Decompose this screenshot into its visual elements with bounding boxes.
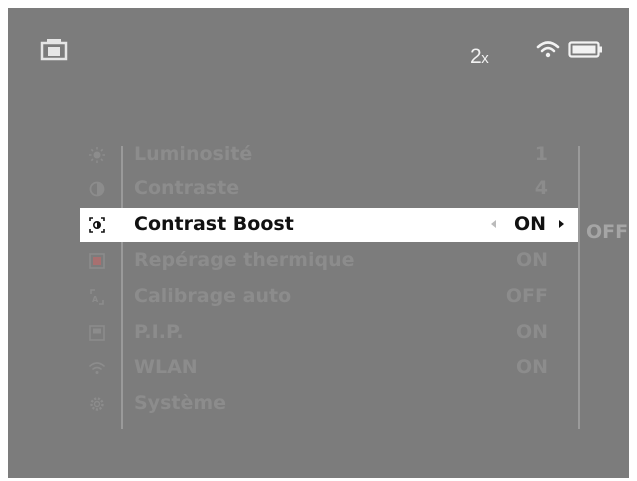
menu-item-label: Contraste xyxy=(134,177,240,199)
battery-icon xyxy=(568,41,602,58)
menu-item-value: 4 xyxy=(534,177,548,199)
contrast-boost-icon xyxy=(89,217,105,233)
menu-item-contrast-boost[interactable]: Contrast Boost ON xyxy=(80,208,578,242)
camera-icon xyxy=(40,39,68,61)
hot-tracking-icon xyxy=(89,253,105,269)
menu-item-auto-calibration[interactable]: A Calibrage auto OFF xyxy=(80,280,578,314)
wlan-icon xyxy=(89,362,105,374)
menu-item-contrast[interactable]: Contraste 4 xyxy=(80,172,578,206)
system-gear-icon xyxy=(90,397,104,411)
brightness-icon xyxy=(89,147,105,163)
menu-item-label: Repérage thermique xyxy=(134,249,355,271)
previous-option-arrow[interactable] xyxy=(491,220,496,228)
device-screen: 2x Luminosité 1 Contraste 4 Contrast Boo… xyxy=(8,8,629,478)
next-option-arrow[interactable] xyxy=(559,220,564,228)
pip-icon xyxy=(89,325,105,341)
menu-right-divider xyxy=(578,146,580,429)
menu-item-value: ON xyxy=(515,321,548,343)
menu-item-label: Système xyxy=(134,392,227,414)
menu-item-value: 1 xyxy=(534,143,548,165)
menu-item-brightness[interactable]: Luminosité 1 xyxy=(80,138,578,172)
zoom-suffix: x xyxy=(481,50,489,67)
submenu-option-off[interactable]: OFF xyxy=(586,221,628,243)
contrast-icon xyxy=(89,181,105,197)
menu-item-label: WLAN xyxy=(134,356,198,378)
menu-item-label: Luminosité xyxy=(134,143,253,165)
menu-item-pip[interactable]: P.I.P. ON xyxy=(80,316,578,350)
svg-text:A: A xyxy=(92,295,99,304)
menu-item-value: ON xyxy=(515,249,548,271)
menu-item-label: P.I.P. xyxy=(134,321,184,343)
menu-item-value: OFF xyxy=(505,285,548,307)
zoom-indicator: 2x xyxy=(470,45,489,69)
auto-calibration-icon: A xyxy=(90,289,104,305)
zoom-value: 2 xyxy=(470,45,482,68)
menu-item-hot-tracking[interactable]: Repérage thermique ON xyxy=(80,244,578,278)
menu-item-wlan[interactable]: WLAN ON xyxy=(80,351,578,385)
menu-item-system[interactable]: Système xyxy=(80,387,578,421)
menu-item-value: ON xyxy=(513,213,546,235)
menu-item-value: ON xyxy=(515,356,548,378)
menu-item-label: Calibrage auto xyxy=(134,285,292,307)
wifi-icon xyxy=(536,41,560,58)
menu-item-label: Contrast Boost xyxy=(134,213,294,235)
